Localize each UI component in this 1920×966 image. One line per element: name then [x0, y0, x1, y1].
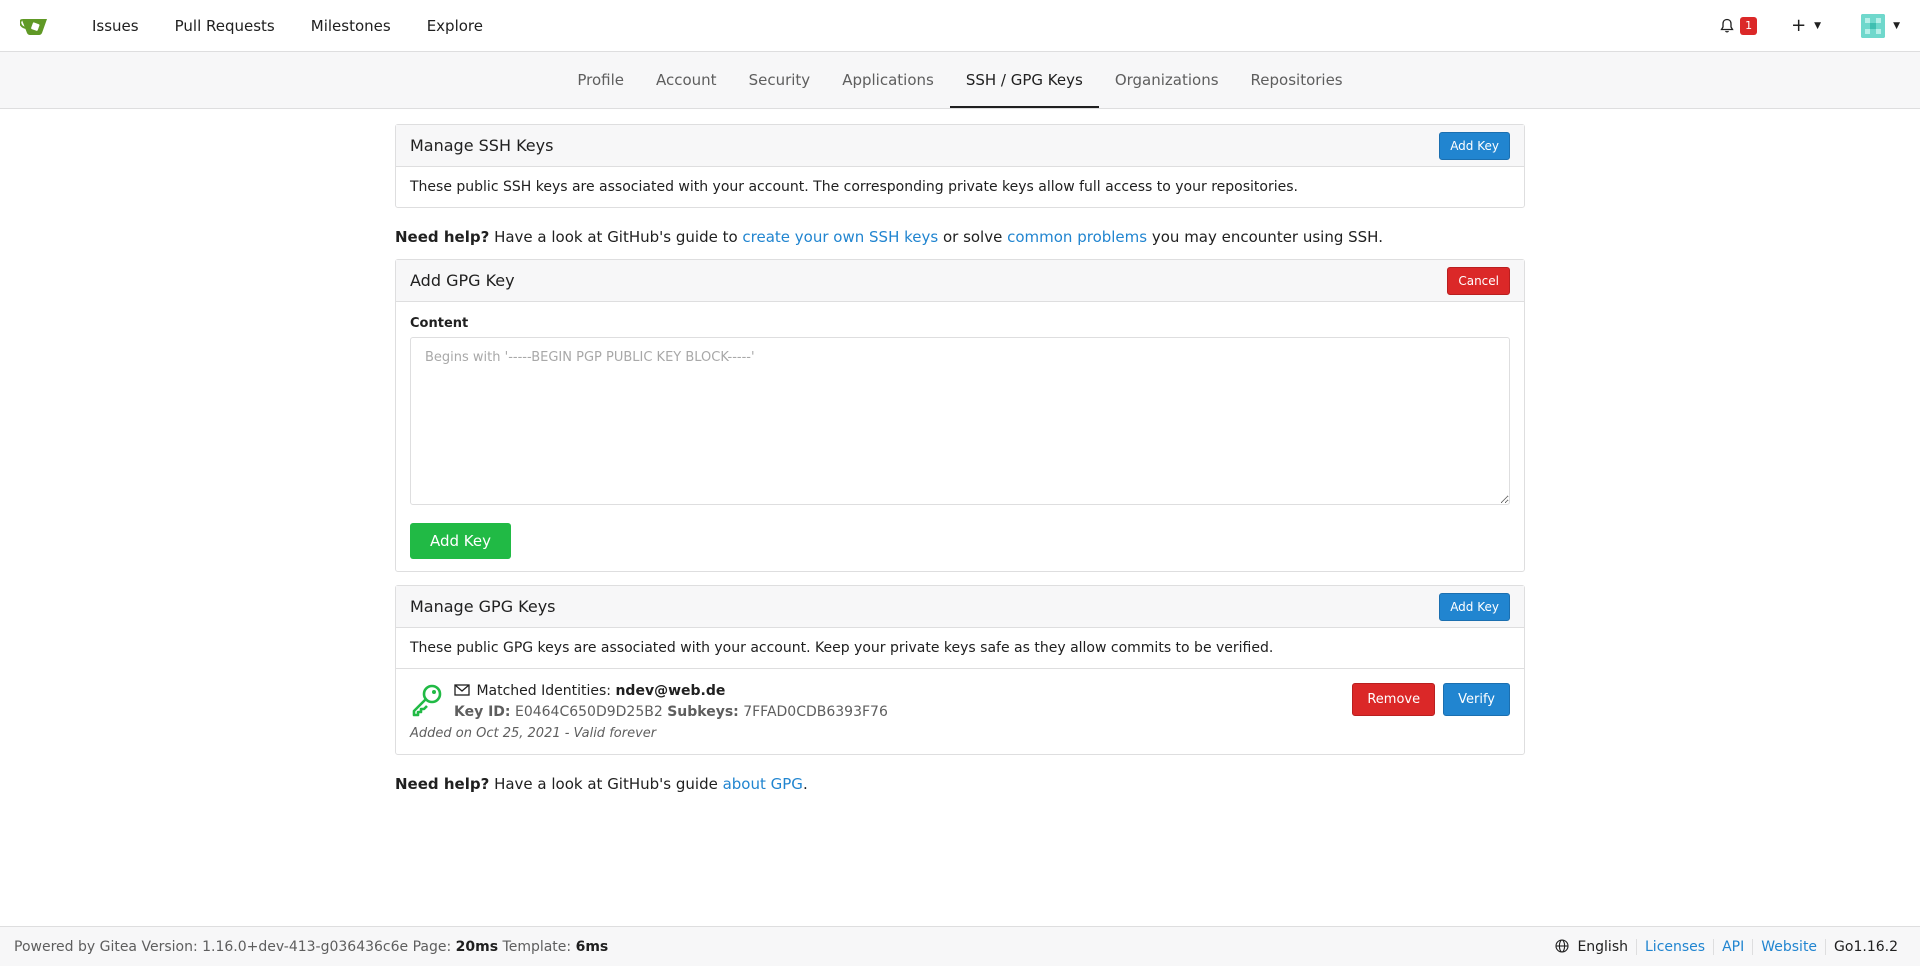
add-gpg-key-panel: Add GPG Key Cancel Content Add Key — [395, 259, 1525, 572]
panel-title: Manage GPG Keys — [410, 597, 556, 616]
cancel-button[interactable]: Cancel — [1447, 266, 1510, 295]
nav-pull-requests[interactable]: Pull Requests — [157, 0, 293, 52]
panel-header: Manage SSH Keys Add Key — [396, 125, 1524, 167]
footer: Powered by Gitea Version: 1.16.0+dev-413… — [0, 926, 1920, 966]
page-time: 20ms — [455, 938, 499, 955]
add-gpg-key-form: Content Add Key — [396, 302, 1524, 571]
gpg-key-content-input[interactable] — [410, 337, 1510, 505]
manage-gpg-keys-panel: Manage GPG Keys Add Key These public GPG… — [395, 585, 1525, 755]
caret-down-icon: ▼ — [1893, 20, 1900, 31]
add-gpg-key-submit-button[interactable]: Add Key — [410, 523, 512, 559]
panel-description: These public SSH keys are associated wit… — [410, 179, 1298, 195]
tab-repositories[interactable]: Repositories — [1235, 53, 1359, 108]
notification-count-badge: 1 — [1740, 16, 1758, 35]
nav-issues[interactable]: Issues — [74, 0, 157, 52]
create-ssh-keys-link[interactable]: create your own SSH keys — [742, 228, 938, 246]
tab-organizations[interactable]: Organizations — [1099, 53, 1235, 108]
go-version: Go1.16.2 — [1825, 938, 1906, 955]
bell-icon — [1720, 18, 1734, 33]
gpg-key-info: Matched Identities: ndev@web.de Key ID: … — [454, 681, 888, 723]
panel-title: Add GPG Key — [410, 271, 515, 290]
main-content: Manage SSH Keys Add Key These public SSH… — [395, 124, 1525, 793]
help-text: Have a look at GitHub's guide to — [489, 228, 743, 246]
help-label: Need help? — [395, 228, 490, 246]
footer-version-info: Powered by Gitea Version: 1.16.0+dev-413… — [14, 939, 608, 955]
gitea-logo-icon[interactable] — [16, 8, 54, 44]
add-ssh-key-button[interactable]: Add Key — [1439, 131, 1510, 160]
tab-account[interactable]: Account — [640, 53, 733, 108]
remove-key-button[interactable]: Remove — [1352, 683, 1436, 716]
panel-header: Manage GPG Keys Add Key — [396, 586, 1524, 628]
panel-description: These public GPG keys are associated wit… — [410, 640, 1274, 656]
website-link[interactable]: Website — [1752, 938, 1825, 955]
globe-icon — [1555, 938, 1569, 953]
website-link-text[interactable]: Website — [1761, 939, 1817, 955]
tab-security[interactable]: Security — [733, 53, 827, 108]
api-link-text[interactable]: API — [1722, 939, 1744, 955]
plus-icon: + — [1791, 15, 1807, 36]
language-selector[interactable]: English — [1547, 939, 1636, 955]
notifications-button[interactable]: 1 — [1719, 16, 1758, 35]
help-text: or solve — [938, 228, 1008, 246]
caret-down-icon: ▼ — [1814, 20, 1822, 31]
tab-ssh-gpg-keys[interactable]: SSH / GPG Keys — [949, 53, 1099, 108]
create-new-dropdown[interactable]: + ▼ — [1791, 15, 1821, 36]
language-label: English — [1577, 938, 1628, 955]
licenses-link-text[interactable]: Licenses — [1645, 939, 1705, 955]
key-id-label: Key ID: — [454, 704, 511, 720]
settings-tabs: Profile Account Security Applications SS… — [0, 52, 1920, 109]
nav-explore[interactable]: Explore — [409, 0, 501, 52]
add-gpg-key-button[interactable]: Add Key — [1439, 592, 1510, 621]
panel-header: Add GPG Key Cancel — [396, 260, 1524, 302]
nav-milestones[interactable]: Milestones — [293, 0, 409, 52]
tab-profile[interactable]: Profile — [561, 53, 640, 108]
help-text: you may encounter using SSH. — [1147, 228, 1383, 246]
ssh-help-text: Need help? Have a look at GitHub's guide… — [395, 228, 1525, 246]
verify-key-button[interactable]: Verify — [1443, 683, 1510, 716]
subkeys-label: Subkeys: — [667, 704, 739, 720]
identity-email: ndev@web.de — [615, 683, 726, 699]
template-time: 6ms — [575, 938, 609, 955]
top-navbar: Issues Pull Requests Milestones Explore … — [0, 0, 1920, 52]
key-id-value: E0464C650D9D25B2 — [514, 704, 663, 720]
help-text: . — [802, 775, 808, 793]
manage-ssh-keys-panel: Manage SSH Keys Add Key These public SSH… — [395, 124, 1525, 208]
envelope-icon — [454, 684, 470, 696]
help-text: Have a look at GitHub's guide — [489, 775, 723, 793]
content-label: Content — [410, 316, 469, 331]
key-added-date: Added on Oct 25, 2021 - Valid forever — [410, 726, 657, 741]
common-problems-link[interactable]: common problems — [1007, 228, 1147, 246]
avatar — [1861, 13, 1886, 38]
gpg-help-text: Need help? Have a look at GitHub's guide… — [395, 775, 1525, 793]
tab-applications[interactable]: Applications — [826, 53, 950, 108]
about-gpg-link[interactable]: about GPG — [723, 775, 803, 793]
template-label: Template: — [498, 938, 576, 955]
help-label: Need help? — [395, 775, 490, 793]
subkeys-value: 7FFAD0CDB6393F76 — [743, 704, 888, 720]
key-added-row: Added on Oct 25, 2021 - Valid forever — [396, 723, 1524, 754]
user-menu-dropdown[interactable]: ▼ — [1861, 13, 1900, 38]
matched-identities-label: Matched Identities: — [476, 683, 612, 699]
panel-title: Manage SSH Keys — [410, 136, 554, 155]
key-icon — [410, 681, 446, 723]
powered-by-text: Powered by Gitea Version: 1.16.0+dev-413… — [14, 938, 456, 955]
licenses-link[interactable]: Licenses — [1636, 938, 1713, 955]
api-link[interactable]: API — [1713, 938, 1752, 955]
